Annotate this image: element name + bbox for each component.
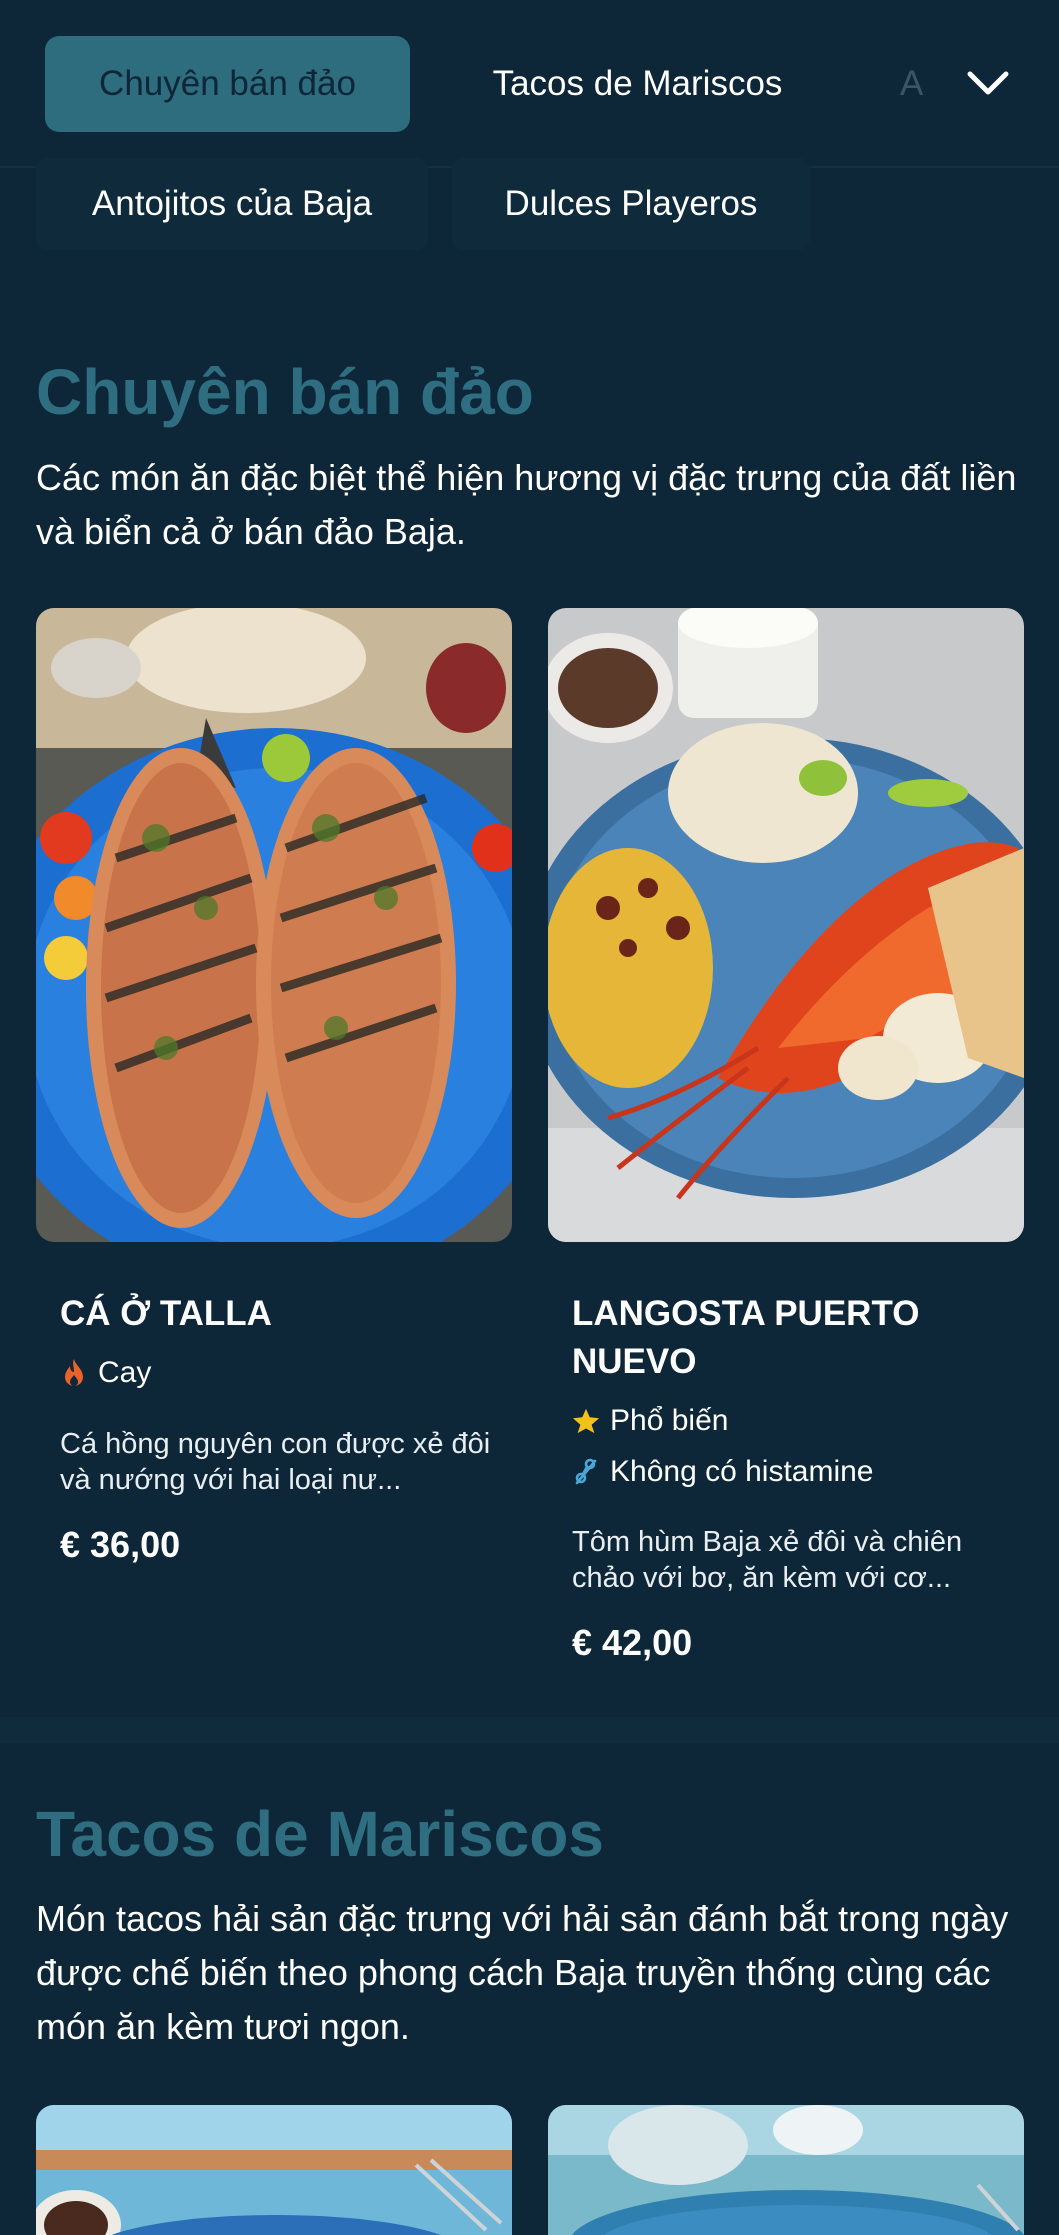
tag-label: Không có histamine bbox=[610, 1455, 874, 1488]
tab-antojitos-de-baja[interactable]: Antojitos của Baja bbox=[36, 158, 428, 250]
tab-truncated[interactable]: A bbox=[900, 36, 940, 132]
product-name[interactable]: CÁ Ở TALLA bbox=[60, 1290, 500, 1338]
star-icon bbox=[572, 1406, 600, 1436]
flame-icon bbox=[60, 1358, 88, 1388]
section-description: Các món ăn đặc biệt thể hiện hương vị đặ… bbox=[36, 457, 1017, 552]
section-description: Món tacos hải sản đặc trưng với hải sản … bbox=[36, 1898, 1009, 2047]
product-description: Cá hồng nguyên con được xẻ đôi và nướng … bbox=[60, 1428, 491, 1496]
category-tabbar: Chuyên bán đảo Tacos de Mariscos A bbox=[0, 0, 1059, 168]
section-divider bbox=[0, 1717, 1059, 1743]
section-title: Tacos de Mariscos bbox=[36, 1798, 604, 1870]
chevron-down-icon[interactable] bbox=[962, 58, 1014, 110]
tab-tacos-de-mariscos[interactable]: Tacos de Mariscos bbox=[440, 36, 835, 132]
tag-label: Cay bbox=[98, 1356, 152, 1389]
product-price: € 36,00 bbox=[60, 1524, 181, 1565]
product-description: Tôm hùm Baja xẻ đôi và chiên chảo với bơ… bbox=[572, 1526, 963, 1594]
product-image-taco[interactable] bbox=[36, 2105, 512, 2235]
tab-dulces-playeros[interactable]: Dulces Playeros bbox=[452, 158, 810, 250]
product-price: € 42,00 bbox=[572, 1622, 693, 1663]
tag-spicy: Cay bbox=[60, 1356, 151, 1390]
section-title: Chuyên bán đảo bbox=[36, 356, 534, 428]
product-image-taco-2[interactable] bbox=[548, 2105, 1024, 2235]
tab-chuyen-ban-dao[interactable]: Chuyên bán đảo bbox=[45, 36, 410, 132]
product-image-fish[interactable] bbox=[36, 608, 512, 1242]
product-image-lobster[interactable] bbox=[548, 608, 1024, 1242]
tag-histamine-free: Không có histamine bbox=[572, 1455, 874, 1489]
tag-label: Phổ biến bbox=[610, 1404, 729, 1437]
product-name[interactable]: LANGOSTA PUERTO NUEVO bbox=[572, 1290, 1012, 1386]
histamine-icon bbox=[572, 1457, 600, 1487]
tag-popular: Phổ biến bbox=[572, 1404, 728, 1438]
